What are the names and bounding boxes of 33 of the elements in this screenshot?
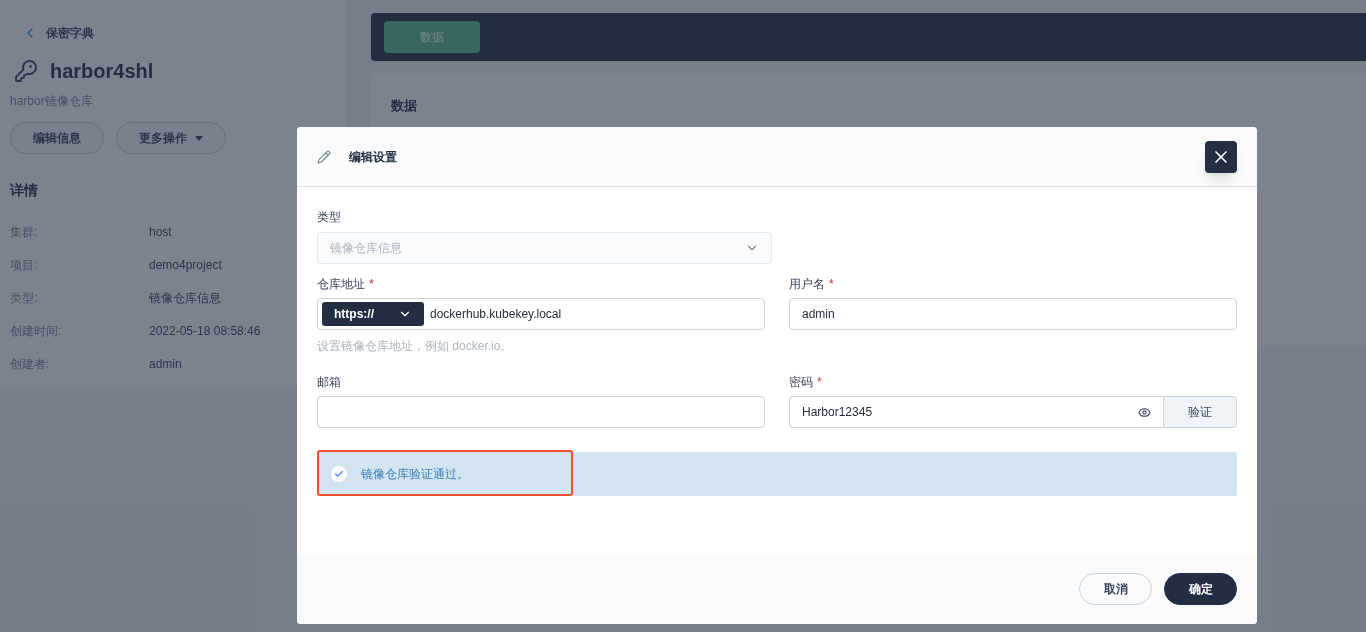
dialog-button[interactable]: 取消: [1079, 573, 1152, 605]
verify-button[interactable]: 验证: [1164, 396, 1237, 428]
field-label: 类型: [317, 209, 341, 226]
detail-value: 镜像仓库信息: [149, 289, 221, 307]
caret-icon: [195, 135, 203, 141]
address-field[interactable]: https:// dockerhub.kubekey.local: [317, 298, 765, 330]
close-button[interactable]: [1205, 140, 1237, 173]
secret-name: harbor4shl: [50, 59, 154, 84]
email-field[interactable]: [317, 396, 765, 428]
required-mark: *: [369, 276, 374, 293]
dialog-title: 编辑设置: [349, 148, 397, 166]
field-label: 仓库地址: [317, 276, 365, 293]
detail-value: demo4project: [149, 256, 222, 274]
eye-icon[interactable]: [1138, 405, 1151, 419]
alert-message: 镜像仓库验证通过。: [361, 466, 469, 483]
check-icon: [331, 466, 347, 482]
detail-value: admin: [149, 355, 182, 373]
card-title: 数据: [391, 98, 417, 113]
dialog-button[interactable]: 确定: [1164, 573, 1237, 605]
field-hint: 设置镜像仓库地址，例如 docker.io。: [317, 338, 514, 355]
field-label: 用户名: [789, 276, 825, 293]
username-field[interactable]: admin: [789, 298, 1237, 330]
field-label: 密码: [789, 374, 813, 391]
key-icon: [14, 59, 38, 83]
password-field[interactable]: Harbor12345: [789, 396, 1164, 428]
required-mark: *: [817, 374, 822, 391]
required-mark: *: [829, 276, 834, 293]
detail-value: 2022-05-18 08:58:46: [149, 322, 261, 340]
pencil-icon: [317, 149, 331, 164]
section-title: 详情: [10, 181, 39, 200]
protocol-select[interactable]: https://: [322, 302, 424, 326]
detail-value: host: [149, 223, 172, 241]
field-label: 邮箱: [317, 374, 341, 391]
